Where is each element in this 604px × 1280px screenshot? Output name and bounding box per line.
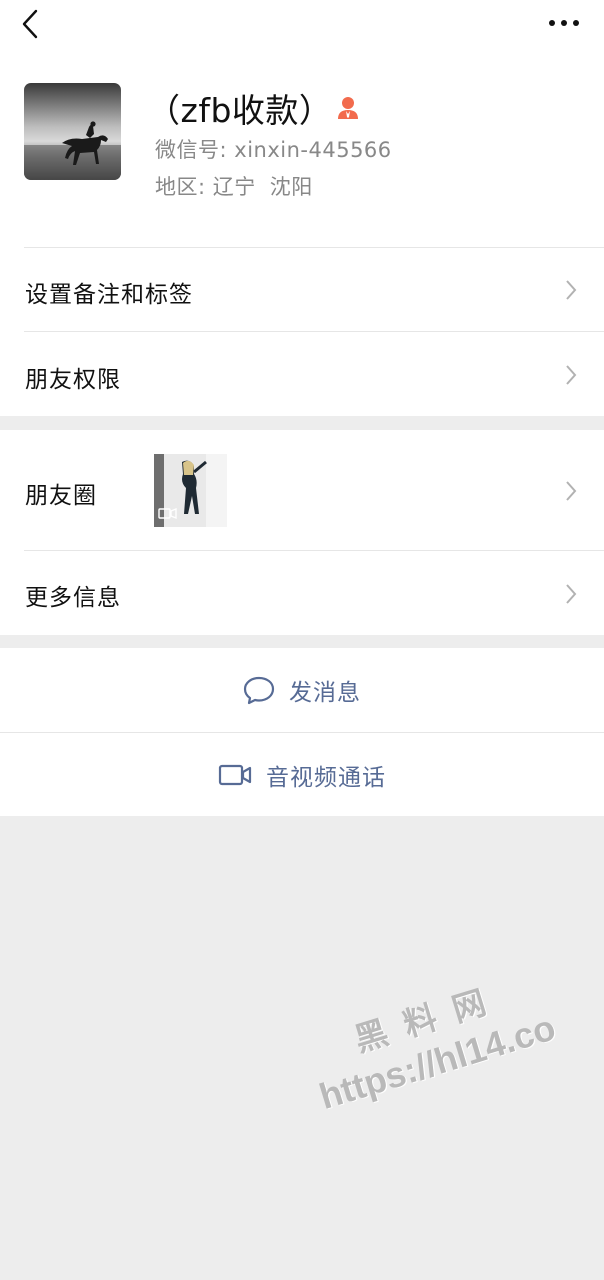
contact-name: （zfb收款） (147, 91, 333, 130)
region-city: 沈阳 (269, 175, 313, 199)
back-arrow-icon[interactable] (14, 6, 50, 42)
verified-person-icon (338, 97, 359, 119)
more-dots-icon[interactable] (544, 8, 584, 38)
wechat-id-value: xinxin-445566 (234, 138, 392, 162)
section-gap (0, 416, 604, 430)
more-info-row[interactable]: 更多信息 (0, 551, 604, 635)
watermark: 黑料网 https://hl14.co (300, 951, 585, 1118)
name-row: （zfb收款） (147, 84, 360, 132)
moments-row[interactable]: 朋友圈 (0, 430, 604, 550)
remark-tags-label: 设置备注和标签 (25, 282, 193, 308)
friend-permissions-row[interactable]: 朋友权限 (0, 332, 604, 416)
friend-permissions-label: 朋友权限 (25, 367, 121, 393)
chevron-right-icon (566, 584, 577, 604)
send-message-button[interactable]: 发消息 (0, 648, 604, 732)
more-info-label: 更多信息 (25, 585, 121, 611)
moments-thumbnail[interactable] (154, 454, 227, 527)
video-call-button[interactable]: 音视频通话 (0, 733, 604, 816)
send-message-label: 发消息 (289, 680, 361, 706)
wechat-id-label: 微信号: (155, 138, 228, 162)
section-gap (0, 635, 604, 648)
chevron-right-icon (566, 280, 577, 300)
video-call-label: 音视频通话 (266, 764, 386, 791)
avatar-image (24, 83, 121, 180)
video-camera-icon (218, 764, 252, 785)
chevron-right-icon (566, 365, 577, 385)
region: 地区: 辽宁 沈阳 (155, 171, 313, 201)
avatar[interactable] (24, 83, 121, 180)
moments-label: 朋友圈 (25, 483, 97, 509)
chevron-right-icon (566, 481, 577, 501)
wechat-id: 微信号: xinxin-445566 (155, 134, 392, 164)
remark-tags-row[interactable]: 设置备注和标签 (0, 248, 604, 331)
region-label: 地区: (155, 175, 206, 199)
region-province: 辽宁 (212, 175, 256, 199)
chat-bubble-icon (243, 676, 275, 705)
